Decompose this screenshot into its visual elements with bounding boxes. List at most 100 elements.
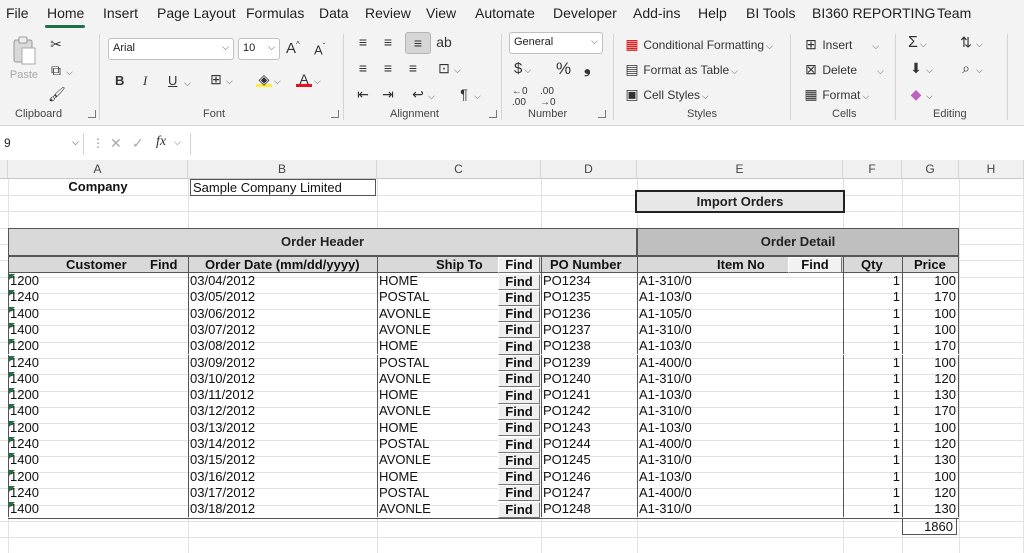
customer-find-label[interactable]: Find	[150, 257, 177, 273]
po-number-cell[interactable]: PO1244	[543, 436, 635, 452]
ship-to-cell[interactable]: AVONLE	[379, 371, 495, 387]
tab-view[interactable]: View	[426, 5, 456, 21]
clear-icon[interactable]: ◆ ⌵	[908, 86, 933, 102]
column-header-c[interactable]: C	[377, 160, 541, 179]
item-no-cell[interactable]: A1-103/0	[639, 289, 839, 305]
price-cell[interactable]: 130	[904, 501, 956, 517]
item-no-cell[interactable]: A1-310/0	[639, 452, 839, 468]
decrease-font-icon[interactable]: Aˇ	[314, 42, 325, 57]
company-value[interactable]: Sample Company Limited	[190, 179, 376, 196]
qty-cell[interactable]: 1	[845, 273, 900, 289]
order-date-cell[interactable]: 03/11/2012	[190, 387, 375, 403]
tab-add-ins[interactable]: Add-ins	[633, 5, 680, 21]
customer-cell[interactable]: 1240	[10, 485, 186, 501]
tab-home[interactable]: Home	[47, 5, 84, 21]
po-number-cell[interactable]: PO1236	[543, 306, 635, 322]
column-header-f[interactable]: F	[843, 160, 902, 179]
customer-cell[interactable]: 1400	[10, 452, 186, 468]
order-date-cell[interactable]: 03/14/2012	[190, 436, 375, 452]
po-number-cell[interactable]: PO1242	[543, 403, 635, 419]
customer-cell[interactable]: 1200	[10, 273, 186, 289]
tab-automate[interactable]: Automate	[475, 5, 535, 21]
cut-icon[interactable]: ✂	[48, 36, 64, 52]
ship-to-cell[interactable]: AVONLE	[379, 403, 495, 419]
item-find-button[interactable]: Find	[788, 257, 842, 273]
qty-cell[interactable]: 1	[845, 306, 900, 322]
ship-to-cell[interactable]: POSTAL	[379, 485, 495, 501]
font-launcher-icon[interactable]	[331, 110, 339, 118]
item-no-cell[interactable]: A1-103/0	[639, 420, 839, 436]
ship-to-cell[interactable]: AVONLE	[379, 322, 495, 338]
order-date-cell[interactable]: 03/08/2012	[190, 338, 375, 354]
italic-button[interactable]: I	[143, 73, 147, 89]
ship-to-cell[interactable]: HOME	[379, 387, 495, 403]
ship-to-find-button[interactable]: Find	[498, 273, 540, 290]
customer-cell[interactable]: 1240	[10, 355, 186, 371]
increase-decimal-icon[interactable]: ←0.00	[512, 86, 528, 108]
ship-to-find-button[interactable]: Find	[498, 403, 540, 420]
po-number-cell[interactable]: PO1238	[543, 338, 635, 354]
customer-cell[interactable]: 1400	[10, 501, 186, 517]
select-all-corner[interactable]	[0, 160, 8, 179]
price-cell[interactable]: 120	[904, 436, 956, 452]
customer-cell[interactable]: 1400	[10, 306, 186, 322]
customer-cell[interactable]: 1200	[10, 420, 186, 436]
tab-team[interactable]: Team	[937, 5, 971, 21]
order-date-cell[interactable]: 03/16/2012	[190, 469, 375, 485]
ship-to-find-button[interactable]: Find	[498, 257, 540, 273]
po-number-cell[interactable]: PO1234	[543, 273, 635, 289]
borders-icon[interactable]: ⊞ ⌵	[208, 71, 233, 87]
price-cell[interactable]: 170	[904, 338, 956, 354]
conditional-formatting-button[interactable]: ▦ Conditional Formatting ⌵	[624, 36, 773, 52]
price-cell[interactable]: 100	[904, 306, 956, 322]
ship-to-find-button[interactable]: Find	[498, 371, 540, 388]
qty-cell[interactable]: 1	[845, 452, 900, 468]
tab-formulas[interactable]: Formulas	[246, 5, 304, 21]
ship-to-find-button[interactable]: Find	[498, 338, 540, 355]
qty-cell[interactable]: 1	[845, 289, 900, 305]
customer-cell[interactable]: 1400	[10, 371, 186, 387]
format-cells-button[interactable]: ▦ Format ⌵	[803, 86, 869, 102]
underline-dropdown-icon[interactable]: ⌵	[182, 75, 191, 89]
column-header-g[interactable]: G	[902, 160, 959, 179]
clipboard-launcher-icon[interactable]	[88, 110, 96, 118]
import-orders-button[interactable]: Import Orders	[635, 190, 845, 213]
price-cell[interactable]: 100	[904, 322, 956, 338]
fill-icon[interactable]: ⬇ ⌵	[908, 60, 933, 76]
po-number-cell[interactable]: PO1241	[543, 387, 635, 403]
ship-to-find-button[interactable]: Find	[498, 485, 540, 502]
fill-color-icon[interactable]: ◈ ⌵	[256, 71, 281, 87]
item-no-cell[interactable]: A1-310/0	[639, 501, 839, 517]
number-launcher-icon[interactable]	[598, 110, 606, 118]
cell-styles-button[interactable]: ▣ Cell Styles ⌵	[624, 86, 708, 102]
order-date-cell[interactable]: 03/13/2012	[190, 420, 375, 436]
customer-cell[interactable]: 1200	[10, 338, 186, 354]
po-number-cell[interactable]: PO1239	[543, 355, 635, 371]
orientation-icon[interactable]: ab	[436, 34, 452, 50]
price-cell[interactable]: 130	[904, 387, 956, 403]
tab-review[interactable]: Review	[365, 5, 411, 21]
ship-to-cell[interactable]: HOME	[379, 420, 495, 436]
price-cell[interactable]: 100	[904, 355, 956, 371]
tab-bi360-reporting[interactable]: BI360 REPORTING	[812, 5, 935, 21]
order-date-cell[interactable]: 03/12/2012	[190, 403, 375, 419]
formula-input[interactable]	[190, 133, 1024, 155]
chevron-down-icon[interactable]: ⌵	[174, 137, 181, 148]
delete-cells-button[interactable]: ⊠ Delete ⌵	[803, 61, 884, 77]
qty-cell[interactable]: 1	[845, 420, 900, 436]
format-painter-icon[interactable]: 🖌	[48, 86, 66, 102]
qty-cell[interactable]: 1	[845, 322, 900, 338]
ship-to-find-button[interactable]: Find	[498, 289, 540, 306]
cancel-icon[interactable]: ✕	[110, 135, 122, 152]
tab-insert[interactable]: Insert	[103, 5, 138, 21]
align-top-icon[interactable]: ≡	[355, 34, 371, 50]
po-number-cell[interactable]: PO1247	[543, 485, 635, 501]
ship-to-find-button[interactable]: Find	[498, 355, 540, 371]
text-direction-icon[interactable]: ¶ ⌵	[456, 86, 481, 102]
ship-to-find-button[interactable]: Find	[498, 436, 540, 453]
paste-button[interactable]: Paste	[8, 36, 40, 88]
tab-file[interactable]: File	[6, 5, 29, 21]
item-no-cell[interactable]: A1-400/0	[639, 436, 839, 452]
item-no-cell[interactable]: A1-310/0	[639, 371, 839, 387]
underline-button[interactable]: U	[168, 73, 177, 88]
